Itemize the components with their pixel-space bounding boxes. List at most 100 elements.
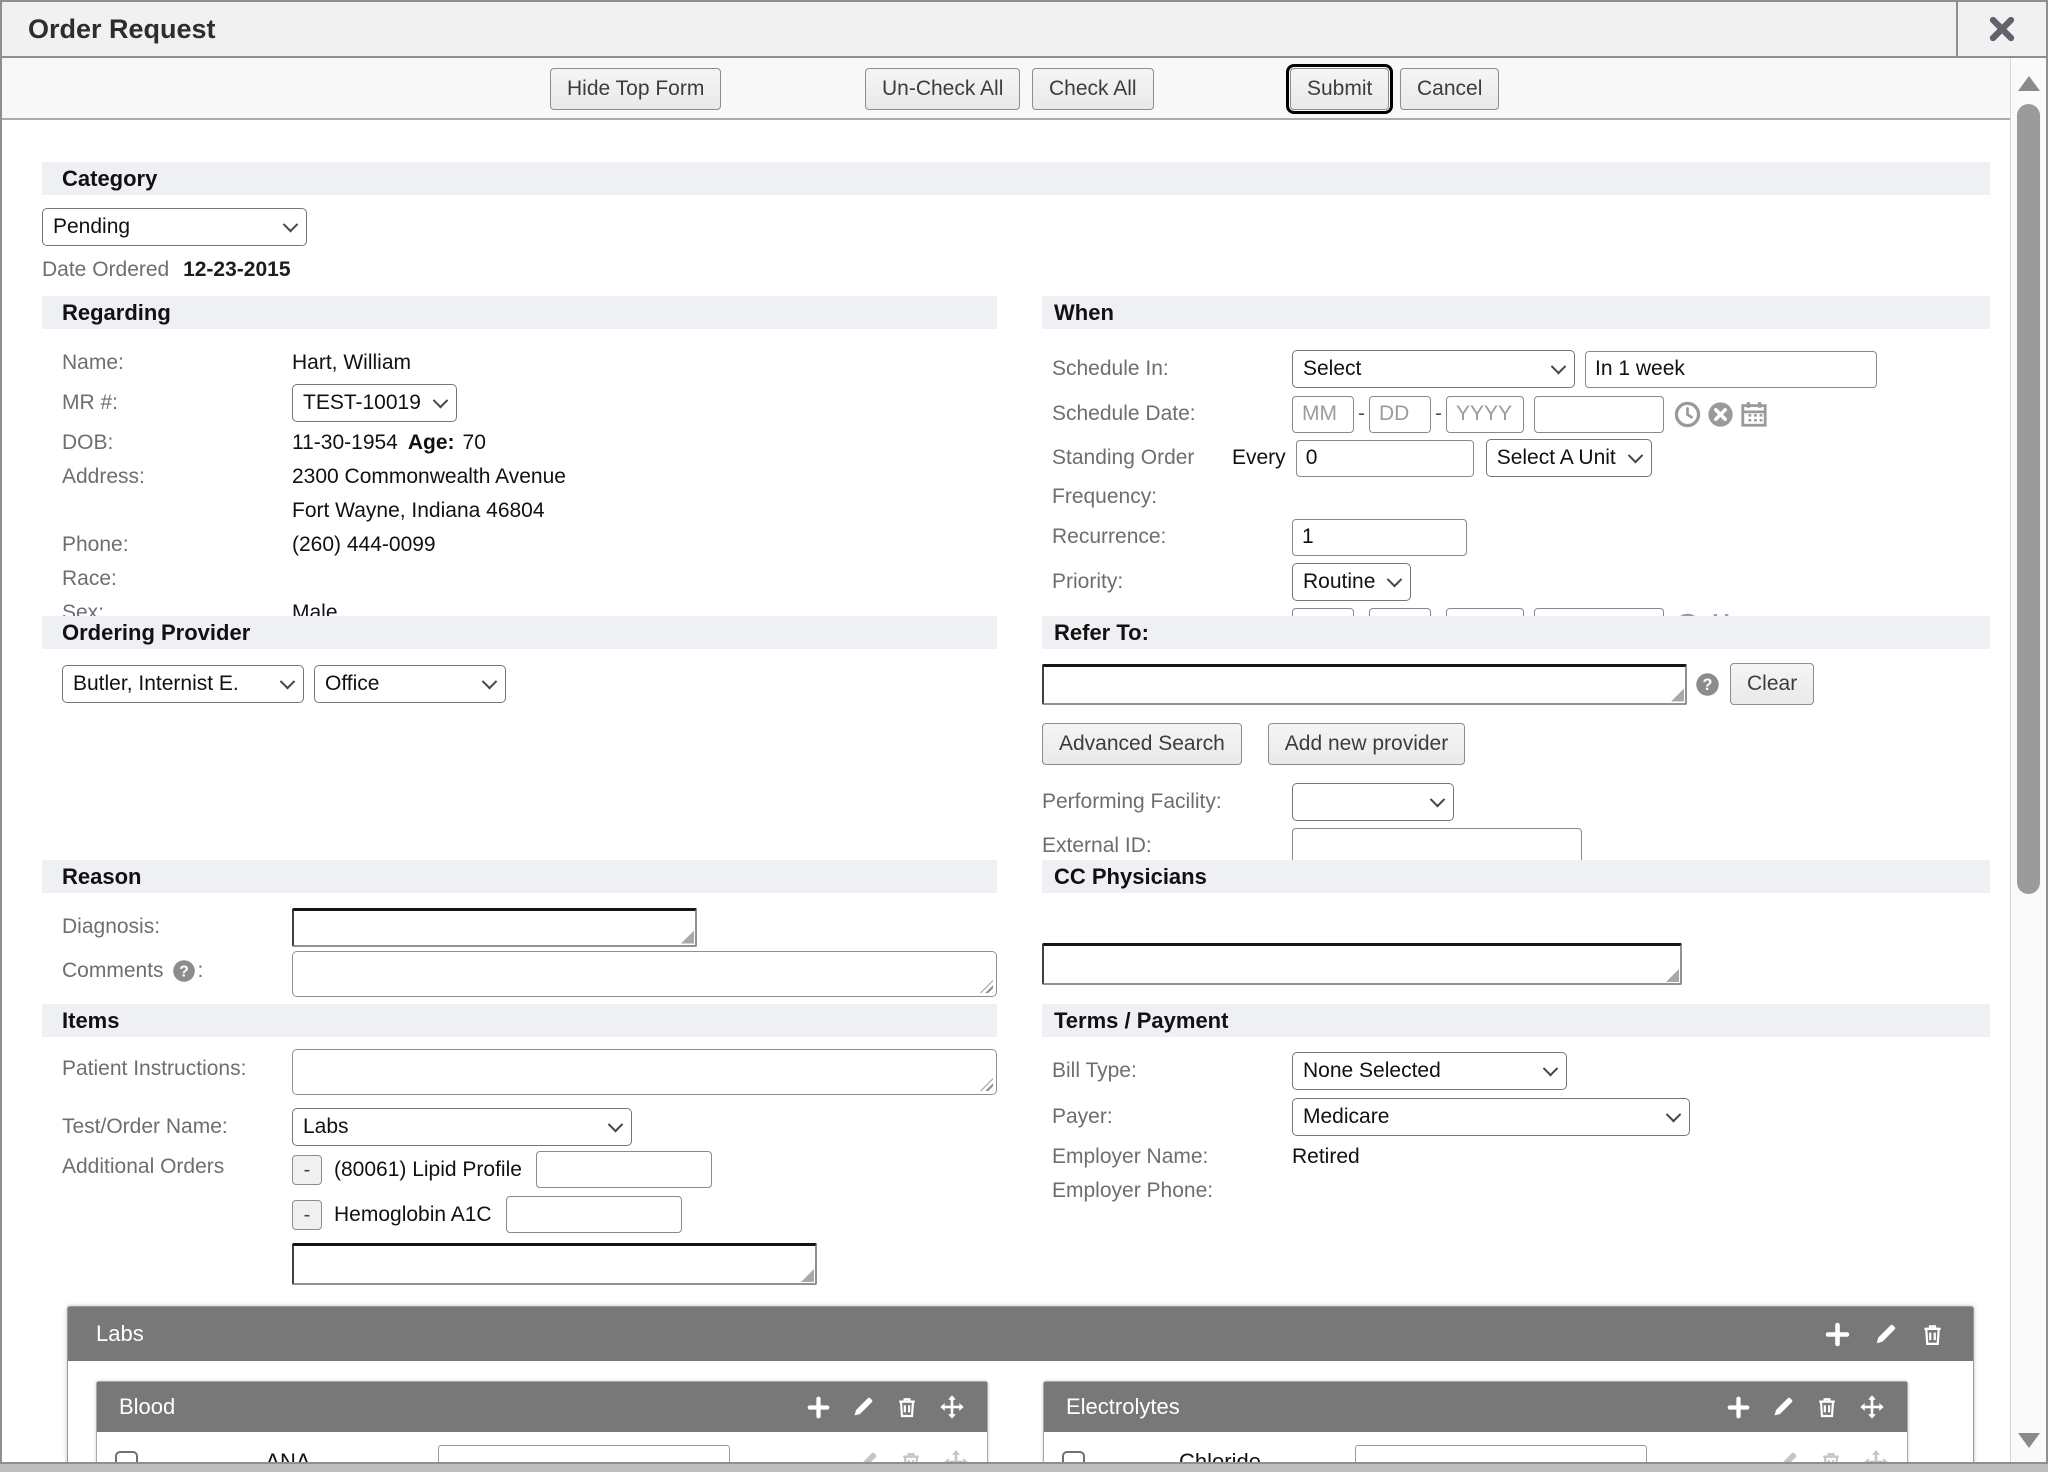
- mr-select[interactable]: TEST-10019: [292, 384, 457, 422]
- close-icon: [1987, 14, 2017, 44]
- submit-button[interactable]: Submit: [1290, 68, 1389, 110]
- schedule-time-input[interactable]: [1534, 396, 1664, 433]
- group-add-button[interactable]: [806, 1395, 831, 1420]
- svg-text:?: ?: [1703, 676, 1713, 694]
- comments-help-button[interactable]: ?: [172, 959, 196, 983]
- row-move-handle[interactable]: [943, 1449, 969, 1462]
- row-edit-button[interactable]: [1775, 1450, 1799, 1462]
- row-delete-button[interactable]: [899, 1450, 923, 1462]
- patient-name: Hart, William: [292, 351, 411, 375]
- recurrence-input[interactable]: [1292, 519, 1467, 556]
- cancel-button[interactable]: Cancel: [1400, 68, 1499, 110]
- group-delete-button[interactable]: [1815, 1395, 1839, 1419]
- labs-delete-button[interactable]: [1920, 1322, 1945, 1347]
- diagnosis-input[interactable]: [292, 908, 697, 947]
- group-delete-button[interactable]: [895, 1395, 919, 1419]
- lab-test-input[interactable]: [438, 1445, 730, 1463]
- race-label: Race:: [62, 567, 292, 591]
- schedule-in-label: Schedule In:: [1052, 357, 1292, 381]
- clear-button[interactable]: Clear: [1730, 663, 1814, 705]
- test-order-select[interactable]: Labs: [292, 1108, 632, 1146]
- row-move-handle[interactable]: [1863, 1449, 1889, 1462]
- provider-location-select[interactable]: Office: [314, 665, 506, 703]
- refer-to-search-input[interactable]: [1042, 664, 1687, 705]
- mr-select-value: TEST-10019: [303, 391, 421, 415]
- schedule-date-clear-button[interactable]: [1707, 401, 1734, 428]
- row-edit-button[interactable]: [855, 1450, 879, 1462]
- comments-textarea[interactable]: [292, 951, 997, 997]
- move-icon: [939, 1394, 965, 1420]
- group-edit-button[interactable]: [1771, 1395, 1795, 1419]
- add-order-search-input[interactable]: [292, 1243, 817, 1285]
- items-heading: Items: [42, 1004, 997, 1037]
- refer-to-help-button[interactable]: ?: [1695, 672, 1720, 697]
- reason-heading: Reason: [42, 860, 997, 893]
- phone-value: (260) 444-0099: [292, 533, 436, 557]
- vertical-scrollbar[interactable]: [2010, 58, 2046, 1462]
- payer-select[interactable]: Medicare: [1292, 1098, 1690, 1136]
- electrolytes-group-panel: Electrolytes Chloride: [1043, 1381, 1908, 1462]
- lab-test-checkbox[interactable]: [115, 1451, 138, 1463]
- scrollbar-thumb[interactable]: [2017, 104, 2040, 894]
- chevron-down-icon: [482, 673, 498, 689]
- labs-edit-button[interactable]: [1873, 1322, 1898, 1347]
- remove-order-button[interactable]: -: [292, 1155, 322, 1185]
- group-edit-button[interactable]: [851, 1395, 875, 1419]
- schedule-in-input[interactable]: [1585, 351, 1877, 388]
- remove-order-button[interactable]: -: [292, 1200, 322, 1230]
- chevron-down-icon: [608, 1116, 624, 1132]
- labs-panel: Labs Blood: [67, 1306, 1974, 1462]
- close-button[interactable]: [1956, 2, 2046, 56]
- hide-top-form-button[interactable]: Hide Top Form: [550, 68, 721, 110]
- every-label: Every: [1232, 446, 1286, 470]
- priority-select[interactable]: Routine: [1292, 563, 1411, 601]
- page-bottom-edge: [0, 1464, 2048, 1472]
- add-new-provider-button[interactable]: Add new provider: [1268, 723, 1465, 765]
- trash-icon: [1819, 1450, 1843, 1462]
- group-add-button[interactable]: [1726, 1395, 1751, 1420]
- performing-facility-select[interactable]: [1292, 783, 1454, 821]
- schedule-date-mm-input[interactable]: [1292, 396, 1354, 433]
- unit-select-value: Select A Unit: [1497, 446, 1616, 470]
- standing-order-unit-select[interactable]: Select A Unit: [1486, 439, 1652, 477]
- schedule-date-yyyy-input[interactable]: [1446, 396, 1524, 433]
- bill-type-label: Bill Type:: [1052, 1059, 1292, 1083]
- standing-order-every-input[interactable]: [1296, 440, 1474, 477]
- help-icon: ?: [1695, 672, 1720, 697]
- chevron-down-icon: [1551, 358, 1567, 374]
- employer-phone-label: Employer Phone:: [1052, 1179, 1292, 1203]
- order-detail-input[interactable]: [506, 1196, 682, 1233]
- order-detail-input[interactable]: [536, 1151, 712, 1188]
- schedule-in-select[interactable]: Select: [1292, 350, 1575, 388]
- group-move-handle[interactable]: [1859, 1394, 1885, 1420]
- uncheck-all-button[interactable]: Un-Check All: [865, 68, 1020, 110]
- category-select[interactable]: Pending: [42, 208, 307, 246]
- scroll-down-icon[interactable]: [2018, 1433, 2040, 1448]
- check-all-button[interactable]: Check All: [1032, 68, 1154, 110]
- schedule-date-dd-input[interactable]: [1369, 396, 1431, 433]
- lab-test-name: Chloride: [1085, 1449, 1355, 1462]
- lab-test-input[interactable]: [1355, 1445, 1647, 1463]
- group-move-handle[interactable]: [939, 1394, 965, 1420]
- scroll-up-icon[interactable]: [2018, 76, 2040, 91]
- category-select-value: Pending: [53, 215, 130, 239]
- frequency-label: Frequency:: [1052, 485, 1292, 509]
- schedule-calendar-button[interactable]: [1740, 400, 1768, 428]
- diagnosis-label: Diagnosis:: [62, 915, 292, 939]
- plus-icon: [1726, 1395, 1751, 1420]
- age-label: Age:: [408, 431, 455, 455]
- external-id-input[interactable]: [1292, 828, 1582, 865]
- chevron-down-icon: [1543, 1060, 1559, 1076]
- dialog-titlebar: Order Request: [2, 2, 2046, 58]
- patient-instructions-textarea[interactable]: [292, 1049, 997, 1095]
- schedule-clock-button[interactable]: [1674, 401, 1701, 428]
- bill-type-select[interactable]: None Selected: [1292, 1052, 1567, 1090]
- cc-physicians-input[interactable]: [1042, 943, 1682, 985]
- plus-icon: [1824, 1321, 1851, 1348]
- category-heading: Category: [42, 162, 1990, 195]
- row-delete-button[interactable]: [1819, 1450, 1843, 1462]
- lab-test-checkbox[interactable]: [1062, 1451, 1085, 1463]
- labs-add-button[interactable]: [1824, 1321, 1851, 1348]
- advanced-search-button[interactable]: Advanced Search: [1042, 723, 1242, 765]
- ordering-provider-select[interactable]: Butler, Internist E.: [62, 665, 304, 703]
